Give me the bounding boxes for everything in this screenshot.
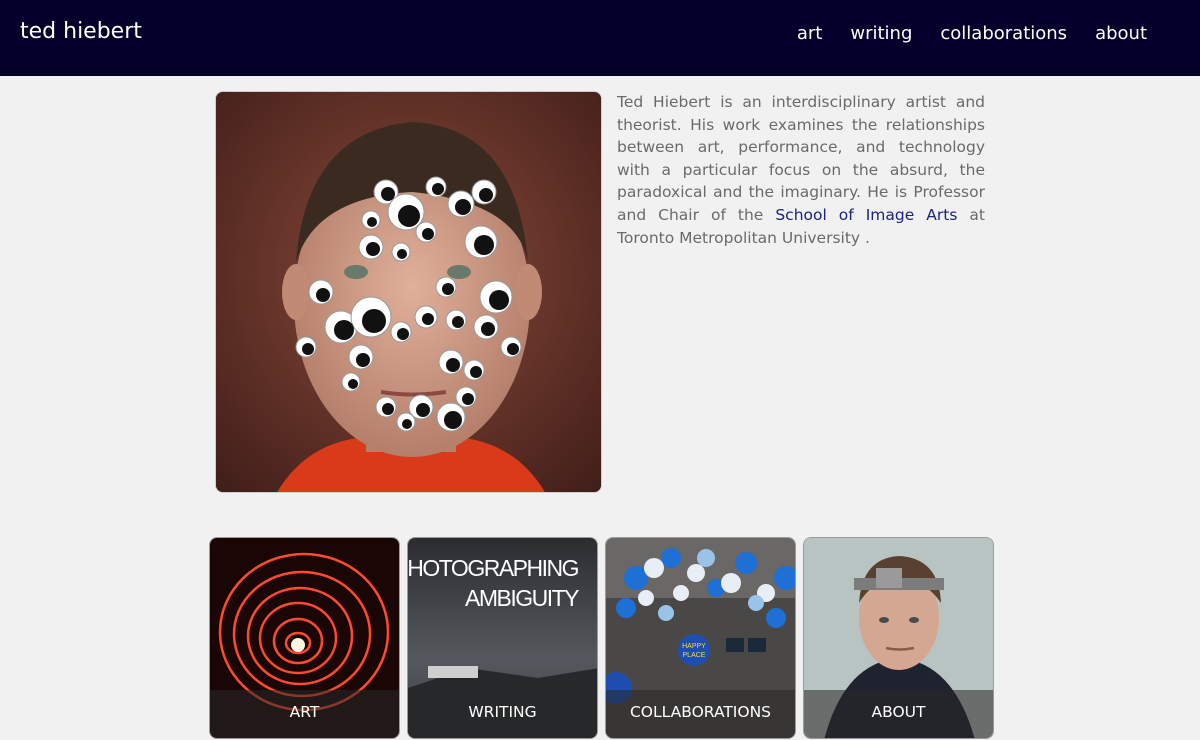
happy-place-sign-line1: HAPPY [682, 643, 706, 650]
nav-writing-link[interactable]: writing [850, 23, 912, 44]
nav-art-link[interactable]: art [797, 23, 823, 44]
site-brand-link[interactable]: ted hiebert [20, 19, 142, 44]
section-cards: ART PHOTOGRAPHING AMBIGUITY WRITING HAPP… [209, 537, 994, 739]
bio-text-start: Ted Hiebert is an interdisciplinary arti… [617, 93, 985, 224]
school-of-image-arts-link[interactable]: School of Image Arts [775, 206, 957, 224]
portrait-image [215, 91, 602, 493]
about-card-label: ABOUT [804, 690, 993, 738]
happy-place-sign-line2: PLACE [683, 652, 706, 659]
bio-paragraph: Ted Hiebert is an interdisciplinary arti… [617, 91, 985, 249]
collaborations-card-label: COLLABORATIONS [606, 690, 795, 738]
writing-card[interactable]: PHOTOGRAPHING AMBIGUITY WRITING [407, 537, 598, 739]
site-header: ted hiebert art writing collaborations a… [0, 0, 1200, 76]
book-title-line2: AMBIGUITY [465, 585, 579, 611]
art-card[interactable]: ART [209, 537, 400, 739]
collaborations-card[interactable]: HAPPY PLACE COLLABORATIONS [605, 537, 796, 739]
nav-about-link[interactable]: about [1095, 23, 1147, 44]
about-card[interactable]: ABOUT [803, 537, 994, 739]
writing-card-label: WRITING [408, 690, 597, 738]
book-title-line1: PHOTOGRAPHING [408, 555, 579, 581]
nav-collaborations-link[interactable]: collaborations [940, 23, 1067, 44]
main-nav: art writing collaborations about [797, 23, 1147, 44]
art-card-label: ART [210, 690, 399, 738]
